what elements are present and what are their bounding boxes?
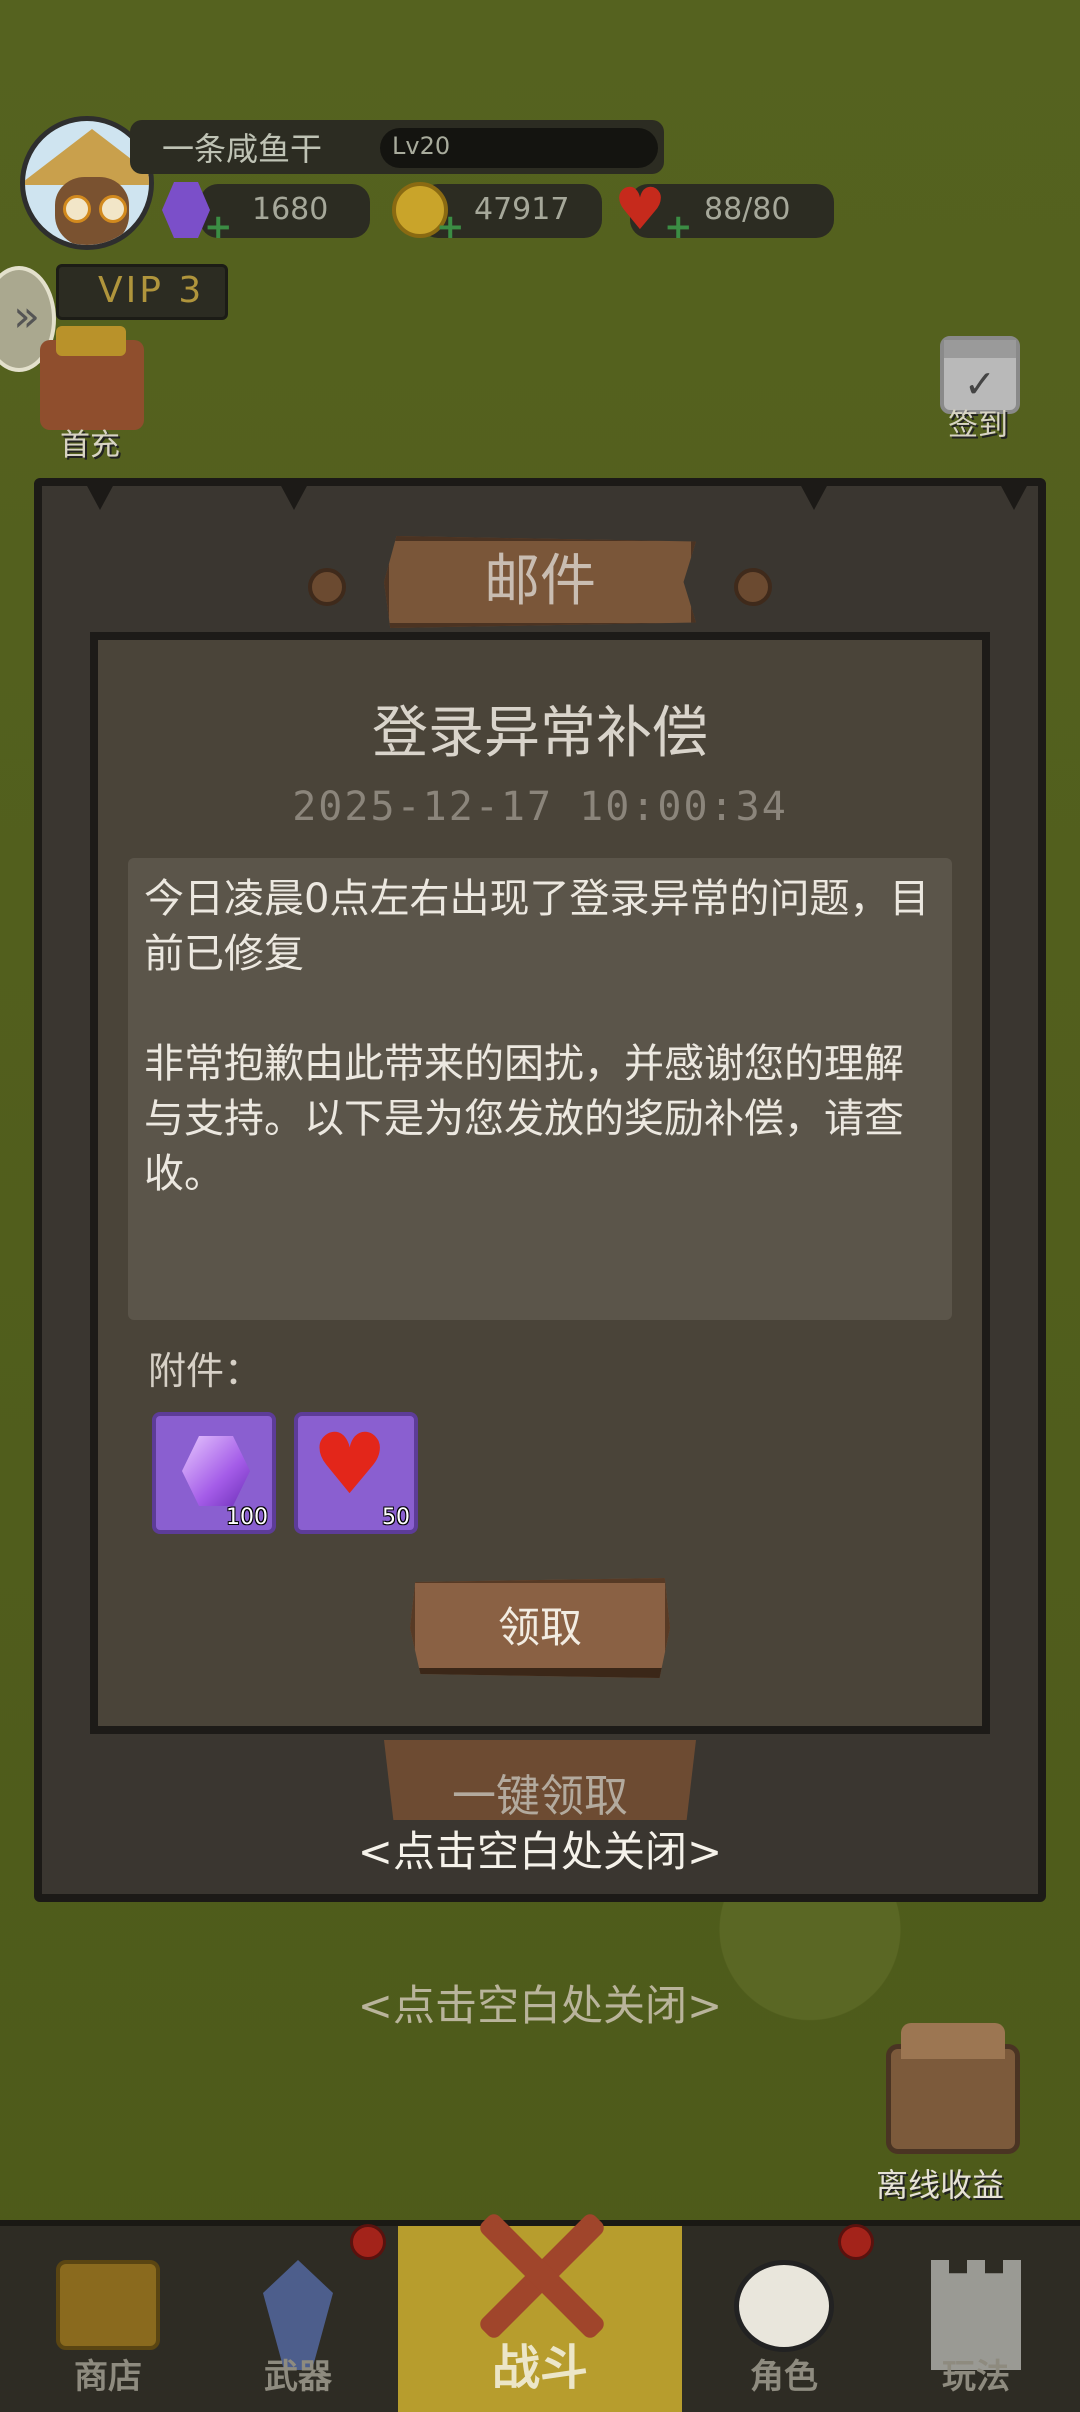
tab-battle[interactable]: 战斗 bbox=[398, 2226, 682, 2412]
avatar-eye bbox=[99, 195, 127, 223]
add-stamina-icon[interactable]: + bbox=[664, 210, 693, 244]
avatar-eye bbox=[63, 195, 91, 223]
calendar-header bbox=[944, 340, 1016, 358]
frame-notch bbox=[86, 484, 114, 510]
crossed-swords-icon bbox=[480, 2216, 600, 2336]
tab-gameplay[interactable]: 玩法 bbox=[868, 2226, 1080, 2412]
frame-notch bbox=[1000, 484, 1028, 510]
frame-notch bbox=[280, 484, 308, 510]
mail-body-paragraph: 今日凌晨0点左右出现了登录异常的问题，目前已修复 bbox=[144, 876, 930, 977]
claim-all-button[interactable]: 一键领取 bbox=[384, 1760, 696, 1824]
mail-body[interactable]: 今日凌晨0点左右出现了登录异常的问题，目前已修复 非常抱歉由此带来的困扰，并感谢… bbox=[128, 858, 952, 1320]
notification-dot bbox=[350, 2224, 386, 2260]
heart-icon: ♥ bbox=[614, 175, 666, 243]
coin-count: 47917 bbox=[474, 192, 570, 227]
panda-icon bbox=[734, 2260, 834, 2352]
claim-button[interactable]: 领取 bbox=[410, 1578, 670, 1678]
mail-title: 登录异常补偿 bbox=[372, 701, 708, 766]
tab-label: 战斗 bbox=[491, 2340, 588, 2396]
vip-level: VIP 3 bbox=[98, 270, 205, 311]
treasure-chest-icon bbox=[56, 2260, 160, 2350]
tab-shop[interactable]: 商店 bbox=[0, 2226, 216, 2412]
tab-label: 商店 bbox=[74, 2357, 142, 2397]
tab-label: 武器 bbox=[264, 2357, 332, 2397]
treasure-chest-icon[interactable] bbox=[886, 2023, 1020, 2154]
dialog-header: 邮件 bbox=[484, 549, 596, 614]
mail-body-paragraph: 非常抱歉由此带来的困扰，并感谢您的理解与支持。以下是为您发放的奖励补偿，请查收。 bbox=[144, 1041, 904, 1197]
frame-notch bbox=[800, 484, 828, 510]
stamina-count: 88/80 bbox=[704, 192, 791, 227]
gem-count: 1680 bbox=[252, 192, 329, 227]
nail-icon bbox=[308, 568, 346, 606]
nail-icon bbox=[734, 568, 772, 606]
tab-label: 角色 bbox=[750, 2357, 818, 2397]
add-gem-icon[interactable]: + bbox=[204, 210, 233, 244]
close-hint[interactable]: <点击空白处关闭> bbox=[0, 1818, 1080, 1879]
attachment-item[interactable]: 100 bbox=[152, 1412, 276, 1534]
player-name: 一条咸鱼干 bbox=[162, 130, 323, 168]
purple-gem-icon bbox=[182, 1436, 250, 1506]
sign-in-label: 签到 bbox=[948, 408, 1008, 443]
gift-box-icon[interactable] bbox=[40, 326, 144, 430]
offline-income-label: 离线收益 bbox=[876, 2166, 1005, 2204]
attachment-item[interactable]: ♥ 50 bbox=[294, 1412, 418, 1534]
attachments-label: 附件： bbox=[148, 1349, 263, 1393]
mail-datetime: 2025-12-17 10:00:34 bbox=[292, 784, 788, 830]
heart-icon: ♥ bbox=[312, 1415, 388, 1513]
player-level: Lv20 bbox=[392, 132, 451, 160]
item-count: 50 bbox=[382, 1505, 410, 1530]
item-count: 100 bbox=[226, 1505, 268, 1530]
first-recharge-label: 首充 bbox=[60, 428, 120, 463]
tab-label: 玩法 bbox=[942, 2357, 1010, 2397]
add-coin-icon[interactable]: + bbox=[436, 210, 465, 244]
